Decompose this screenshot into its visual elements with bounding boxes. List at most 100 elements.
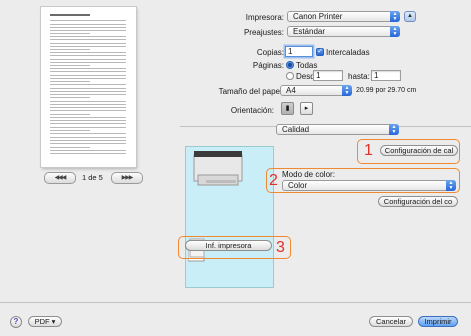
preview-text-line bbox=[50, 68, 126, 69]
preview-text-line bbox=[50, 123, 126, 124]
paper-size-label: Tamaño del papel: bbox=[218, 87, 284, 96]
cancel-button[interactable]: Cancelar bbox=[369, 316, 413, 327]
preview-text-line bbox=[50, 153, 126, 154]
collate-checkbox[interactable]: ✓ bbox=[316, 48, 324, 56]
preview-text-line bbox=[50, 101, 126, 102]
preview-text-line bbox=[50, 84, 126, 85]
preview-text-line bbox=[50, 27, 126, 28]
preview-text-line bbox=[50, 150, 126, 151]
preview-text-line bbox=[50, 33, 90, 34]
preview-text-line bbox=[50, 36, 126, 37]
preview-text-line bbox=[50, 46, 126, 47]
preview-text-line bbox=[50, 94, 126, 95]
preview-text-line bbox=[50, 24, 126, 25]
preview-text-line bbox=[50, 91, 126, 92]
pages-to-input[interactable]: 1 bbox=[371, 70, 401, 81]
paper-size-select[interactable]: A4 ▲ ▼ bbox=[280, 85, 352, 96]
preview-text-line bbox=[50, 114, 90, 115]
popup-arrows-icon: ▲ ▼ bbox=[446, 180, 456, 191]
help-button[interactable]: ? bbox=[10, 316, 22, 328]
printer-info-button[interactable]: Inf. impresora bbox=[185, 240, 272, 251]
paper-size-value: A4 bbox=[286, 86, 296, 95]
preview-text-line bbox=[50, 130, 90, 131]
landscape-orientation-button[interactable]: ▸ bbox=[300, 102, 313, 115]
preview-text-line bbox=[50, 140, 126, 141]
next-last-page-button[interactable]: ▶▶▶ bbox=[111, 172, 143, 184]
popup-arrows-icon: ▲ ▼ bbox=[390, 26, 400, 37]
callout-3-number: 3 bbox=[276, 239, 285, 256]
page-indicator: 1 de 5 bbox=[82, 173, 103, 182]
footer-divider bbox=[0, 302, 471, 303]
presets-select[interactable]: Estándar ▲ ▼ bbox=[287, 26, 400, 37]
preview-text-line bbox=[50, 43, 126, 44]
help-icon: ? bbox=[13, 317, 19, 326]
copies-input[interactable]: 1 bbox=[285, 46, 313, 57]
preview-text-line bbox=[50, 78, 126, 79]
preview-text-line bbox=[50, 65, 90, 66]
printer-select[interactable]: Canon Printer ▲ ▼ bbox=[287, 11, 400, 22]
preview-text-line bbox=[50, 49, 90, 50]
expand-dialog-button[interactable]: ▲ bbox=[404, 11, 416, 22]
preview-text-line bbox=[50, 71, 126, 72]
pages-all-radio[interactable] bbox=[286, 61, 294, 69]
pages-all-label: Todas bbox=[296, 61, 318, 70]
popup-arrows-icon: ▲ ▼ bbox=[390, 11, 400, 22]
disclosure-triangle-icon: ▲ bbox=[407, 13, 413, 19]
print-button[interactable]: Imprimir bbox=[418, 316, 458, 327]
printer-image bbox=[193, 151, 243, 186]
preview-text-line bbox=[50, 107, 126, 108]
page-preview bbox=[41, 7, 136, 167]
pdf-menu-button[interactable]: PDF ▾ bbox=[28, 316, 62, 327]
preview-text-line bbox=[50, 104, 126, 105]
color-mode-select[interactable]: Color ▲ ▼ bbox=[282, 180, 456, 191]
color-mode-value: Color bbox=[288, 181, 308, 190]
pages-label: Páginas: bbox=[252, 61, 284, 70]
callout-1-number: 1 bbox=[364, 142, 373, 159]
pages-to-label: hasta: bbox=[348, 72, 370, 81]
color-settings-button[interactable]: Configuración del co bbox=[378, 196, 458, 207]
presets-value: Estándar bbox=[293, 27, 326, 36]
preview-text-line bbox=[50, 137, 126, 138]
portrait-orientation-button[interactable]: ▮ bbox=[281, 102, 294, 115]
panel-value: Calidad bbox=[282, 125, 310, 134]
callout-2-number: 2 bbox=[269, 172, 278, 189]
prev-page-icon[interactable]: ◀ bbox=[62, 175, 67, 181]
preview-text-line bbox=[50, 62, 126, 63]
preview-text-line bbox=[50, 120, 126, 121]
collate-label: Intercaladas bbox=[326, 48, 370, 57]
quality-preview bbox=[185, 146, 274, 288]
preview-text-line bbox=[50, 81, 90, 82]
first-page-icon[interactable]: ◀◀ bbox=[55, 175, 63, 181]
preview-text-line bbox=[50, 52, 126, 53]
preview-text-line bbox=[50, 117, 126, 118]
preview-text-line bbox=[50, 133, 126, 134]
presets-label: Preajustes: bbox=[243, 28, 284, 37]
preview-text-line bbox=[50, 127, 126, 128]
preview-text-line bbox=[50, 97, 90, 98]
popup-arrows-icon: ▲ ▼ bbox=[342, 85, 352, 96]
preview-text-line bbox=[50, 75, 126, 76]
preview-text-line bbox=[50, 143, 126, 144]
popup-arrows-icon: ▲ ▼ bbox=[389, 124, 399, 135]
paper-dimensions: 20.99 por 29.70 cm bbox=[356, 87, 417, 94]
preview-text-line bbox=[50, 55, 126, 56]
last-page-icon[interactable]: ▶▶ bbox=[125, 175, 133, 181]
pages-from-input[interactable]: 1 bbox=[313, 70, 343, 81]
printer-label: Impresora: bbox=[245, 13, 284, 22]
preview-text-line bbox=[50, 30, 126, 31]
portrait-icon: ▮ bbox=[285, 105, 290, 112]
orientation-label: Orientación: bbox=[230, 106, 274, 115]
printer-value: Canon Printer bbox=[293, 12, 343, 21]
landscape-icon: ▸ bbox=[304, 105, 309, 112]
preview-text-line bbox=[50, 20, 126, 21]
preview-text-line bbox=[50, 59, 126, 60]
preview-text-line bbox=[50, 147, 90, 148]
color-mode-label: Modo de color: bbox=[282, 170, 335, 179]
preview-text-line bbox=[50, 110, 126, 111]
panel-select[interactable]: Calidad ▲ ▼ bbox=[276, 124, 399, 135]
preview-text-line bbox=[50, 39, 126, 40]
copies-label: Copias: bbox=[256, 48, 284, 57]
pages-range-radio[interactable] bbox=[286, 72, 294, 80]
first-prev-page-button[interactable]: ◀◀◀ bbox=[44, 172, 76, 184]
quality-settings-button[interactable]: Configuración de cal bbox=[380, 145, 458, 156]
